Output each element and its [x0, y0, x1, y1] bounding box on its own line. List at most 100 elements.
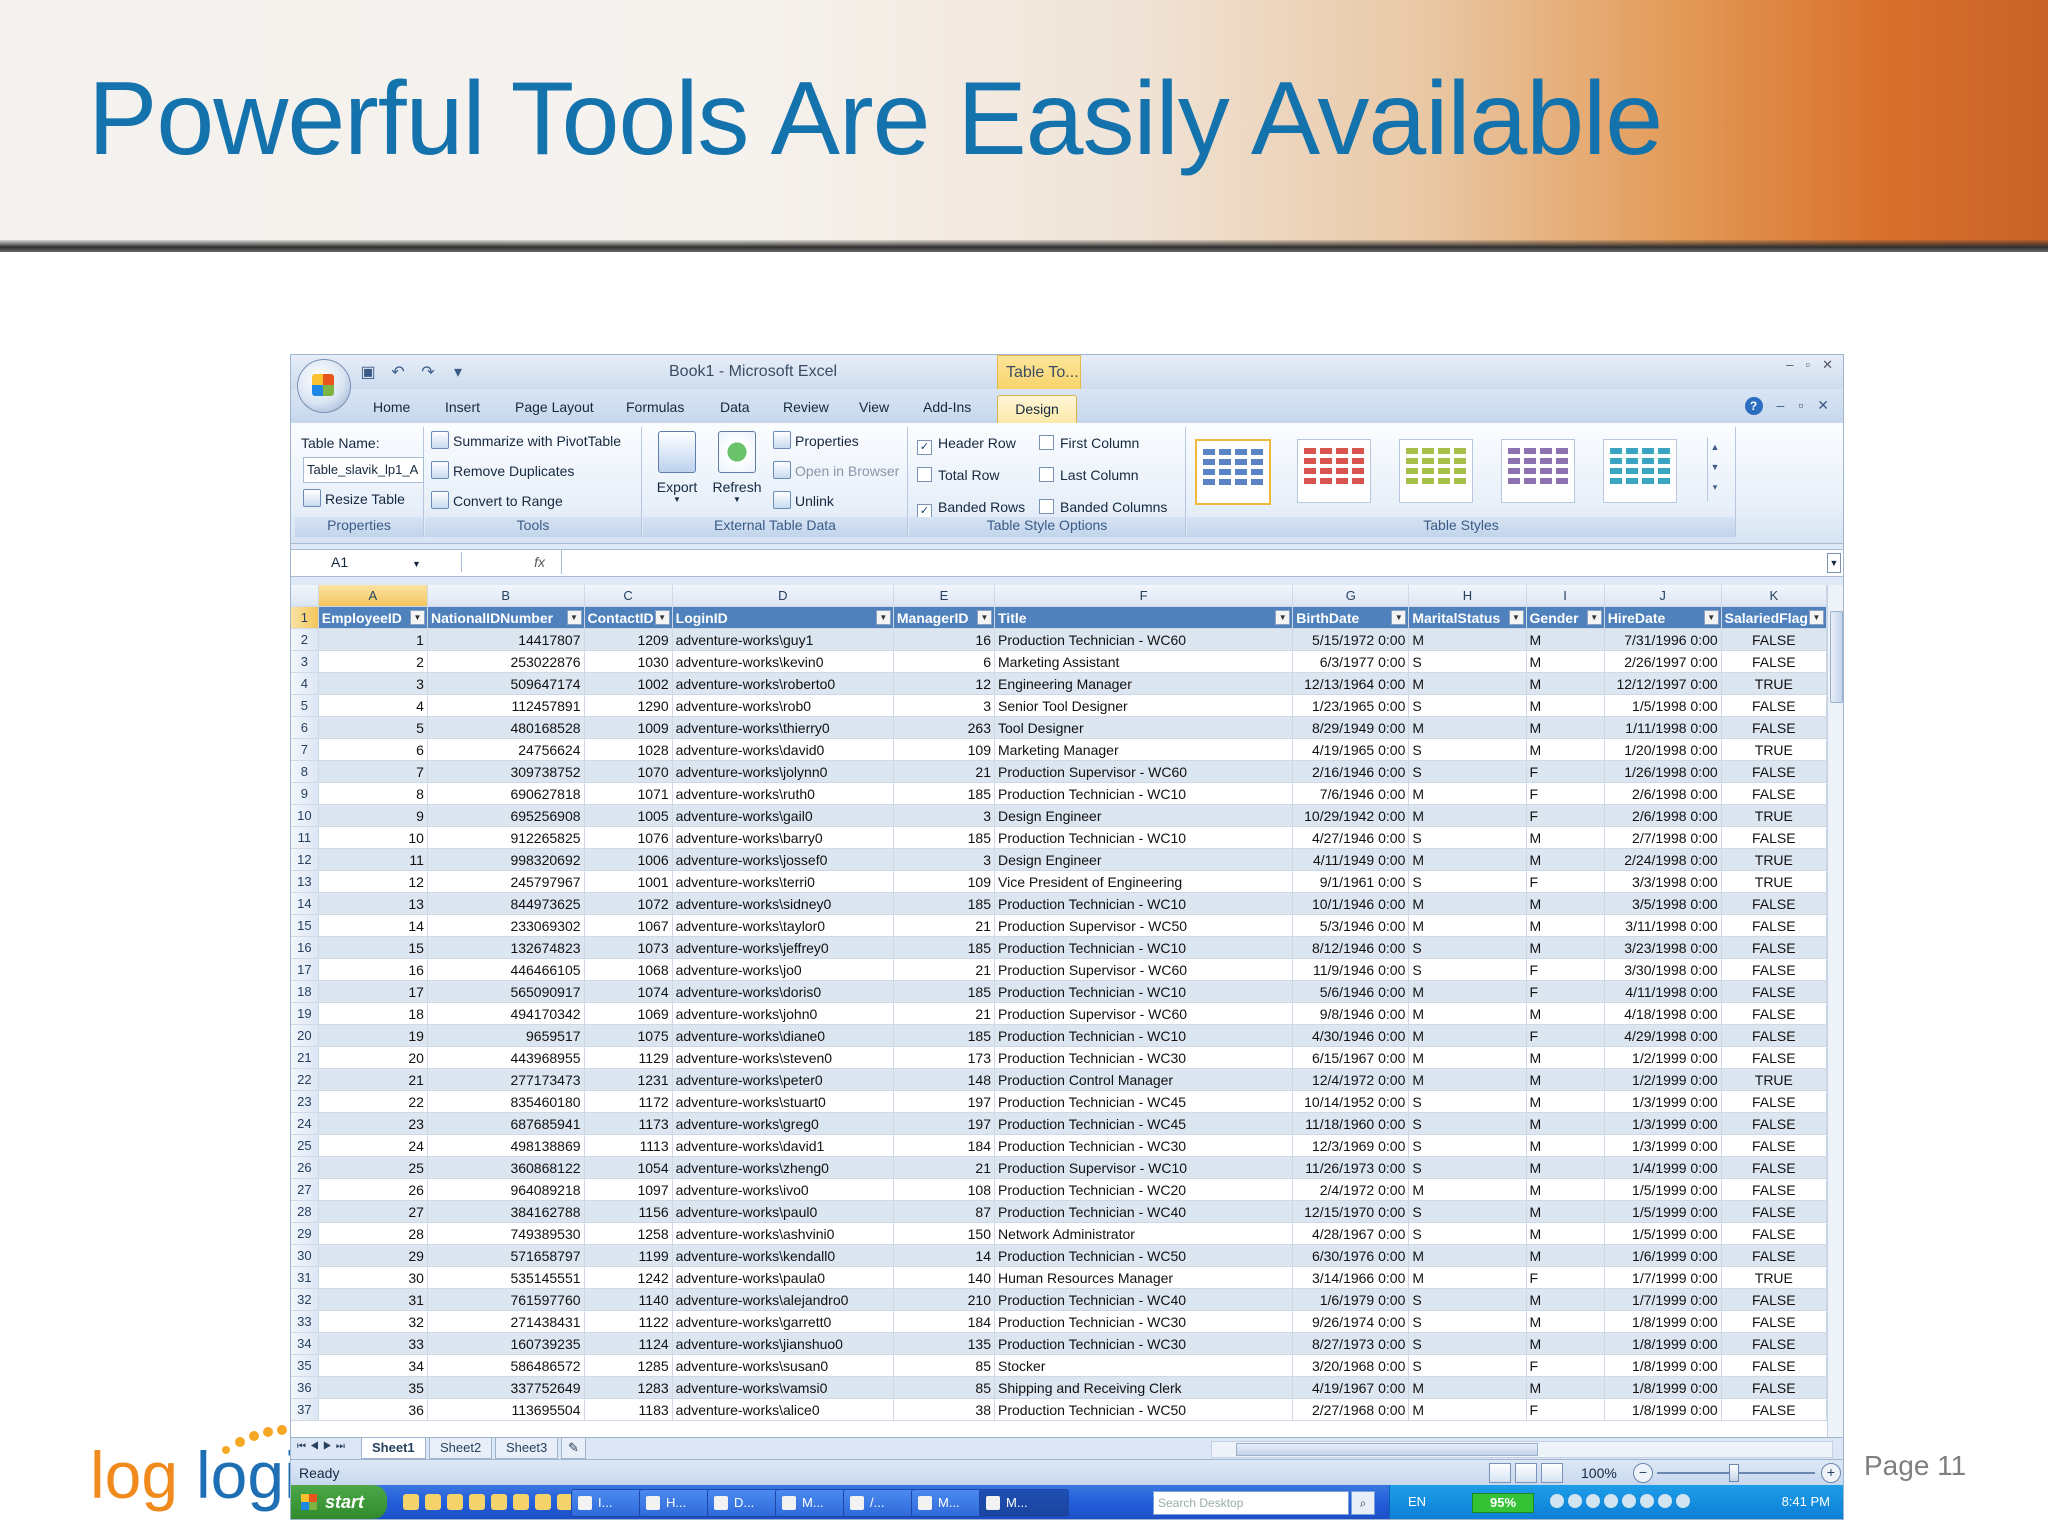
- page-break-view-icon[interactable]: [1541, 1463, 1563, 1483]
- table-style-teal[interactable]: [1603, 439, 1677, 503]
- table-cell[interactable]: S: [1408, 694, 1527, 717]
- table-cell[interactable]: 1258: [584, 1222, 673, 1245]
- row-header[interactable]: 7: [291, 738, 319, 761]
- open-in-browser-button[interactable]: Open in Browser: [773, 461, 899, 479]
- table-cell[interactable]: S: [1408, 826, 1527, 849]
- table-cell[interactable]: adventure-works\garrett0: [672, 1310, 894, 1333]
- table-cell[interactable]: 1/8/1999 0:00: [1604, 1398, 1722, 1421]
- table-cell[interactable]: 337752649: [427, 1376, 585, 1399]
- table-cell[interactable]: Production Technician - WC10: [994, 1024, 1294, 1047]
- row-header[interactable]: 30: [291, 1244, 319, 1267]
- table-cell[interactable]: Production Technician - WC10: [994, 826, 1294, 849]
- table-cell[interactable]: 1/8/1999 0:00: [1604, 1310, 1722, 1333]
- table-cell[interactable]: M: [1408, 1398, 1527, 1421]
- row-header[interactable]: 22: [291, 1068, 319, 1091]
- table-cell[interactable]: S: [1408, 1112, 1527, 1135]
- table-cell[interactable]: 15: [318, 936, 428, 959]
- table-cell[interactable]: 109: [893, 738, 996, 761]
- table-cell[interactable]: 185: [893, 936, 996, 959]
- refresh-button[interactable]: Refresh ▼: [707, 431, 767, 504]
- table-cell[interactable]: M: [1526, 1288, 1605, 1311]
- table-cell[interactable]: 2: [318, 650, 428, 673]
- table-cell[interactable]: 16: [893, 628, 996, 651]
- table-cell[interactable]: 1/5/1998 0:00: [1604, 694, 1722, 717]
- table-cell[interactable]: 8/27/1973 0:00: [1292, 1332, 1410, 1355]
- table-cell[interactable]: 38: [893, 1398, 996, 1421]
- taskbar-window-button-excel[interactable]: M...: [979, 1489, 1069, 1517]
- horizontal-scroll-thumb[interactable]: [1236, 1443, 1538, 1456]
- table-cell[interactable]: 1076: [584, 826, 673, 849]
- app-icon[interactable]: [513, 1494, 529, 1510]
- row-header[interactable]: 15: [291, 914, 319, 937]
- table-cell[interactable]: M: [1526, 1244, 1605, 1267]
- table-cell[interactable]: 24756624: [427, 738, 585, 761]
- ribbon-minimize-icon[interactable]: –: [1777, 397, 1785, 415]
- table-cell[interactable]: FALSE: [1721, 936, 1827, 959]
- table-cell[interactable]: 14: [318, 914, 428, 937]
- table-cell[interactable]: 3/5/1998 0:00: [1604, 892, 1722, 915]
- row-header[interactable]: 34: [291, 1332, 319, 1355]
- table-cell[interactable]: 6/15/1967 0:00: [1292, 1046, 1410, 1069]
- table-cell[interactable]: F: [1526, 1024, 1605, 1047]
- table-cell[interactable]: 1072: [584, 892, 673, 915]
- column-header-h[interactable]: H: [1408, 585, 1527, 607]
- table-cell[interactable]: 1/6/1979 0:00: [1292, 1288, 1410, 1311]
- tray-icon[interactable]: [1640, 1494, 1654, 1508]
- table-cell[interactable]: adventure-works\ivo0: [672, 1178, 894, 1201]
- row-header[interactable]: 32: [291, 1288, 319, 1311]
- ribbon-restore-icon[interactable]: ▫: [1798, 397, 1803, 415]
- table-cell[interactable]: FALSE: [1721, 628, 1827, 651]
- table-cell[interactable]: 1/5/1999 0:00: [1604, 1200, 1722, 1223]
- table-cell[interactable]: 233069302: [427, 914, 585, 937]
- table-cell[interactable]: adventure-works\john0: [672, 1002, 894, 1025]
- table-cell[interactable]: FALSE: [1721, 650, 1827, 673]
- table-cell[interactable]: 7: [318, 760, 428, 783]
- table-cell[interactable]: 1005: [584, 804, 673, 827]
- start-button[interactable]: start: [291, 1485, 387, 1519]
- table-cell[interactable]: 1/5/1999 0:00: [1604, 1222, 1722, 1245]
- app-icon[interactable]: [469, 1494, 485, 1510]
- tray-icon[interactable]: [1622, 1494, 1636, 1508]
- row-header[interactable]: 24: [291, 1112, 319, 1135]
- table-style-green[interactable]: [1399, 439, 1473, 503]
- table-header-cell[interactable]: LoginID ▼: [672, 606, 894, 629]
- table-cell[interactable]: S: [1408, 958, 1527, 981]
- filter-dropdown-icon[interactable]: ▼: [1275, 610, 1291, 625]
- table-cell[interactable]: S: [1408, 1354, 1527, 1377]
- table-cell[interactable]: Production Technician - WC60: [994, 628, 1294, 651]
- table-cell[interactable]: 964089218: [427, 1178, 585, 1201]
- table-cell[interactable]: 844973625: [427, 892, 585, 915]
- table-cell[interactable]: Senior Tool Designer: [994, 694, 1294, 717]
- table-cell[interactable]: 19: [318, 1024, 428, 1047]
- table-cell[interactable]: 4/27/1946 0:00: [1292, 826, 1410, 849]
- table-cell[interactable]: adventure-works\ashvini0: [672, 1222, 894, 1245]
- tab-design[interactable]: Design: [997, 395, 1077, 424]
- table-cell[interactable]: 7/6/1946 0:00: [1292, 782, 1410, 805]
- table-cell[interactable]: 509647174: [427, 672, 585, 695]
- table-cell[interactable]: 184: [893, 1310, 996, 1333]
- table-cell[interactable]: 271438431: [427, 1310, 585, 1333]
- table-cell[interactable]: 9/26/1974 0:00: [1292, 1310, 1410, 1333]
- table-cell[interactable]: 1/7/1999 0:00: [1604, 1266, 1722, 1289]
- table-cell[interactable]: M: [1526, 1178, 1605, 1201]
- table-cell[interactable]: TRUE: [1721, 1068, 1827, 1091]
- table-cell[interactable]: M: [1526, 1134, 1605, 1157]
- row-header[interactable]: 11: [291, 826, 319, 849]
- table-cell[interactable]: FALSE: [1721, 1178, 1827, 1201]
- filter-dropdown-icon[interactable]: ▼: [1508, 610, 1524, 625]
- table-cell[interactable]: 1/6/1999 0:00: [1604, 1244, 1722, 1267]
- table-cell[interactable]: 12/4/1972 0:00: [1292, 1068, 1410, 1091]
- table-cell[interactable]: 11/26/1973 0:00: [1292, 1156, 1410, 1179]
- column-header-i[interactable]: I: [1526, 585, 1605, 607]
- table-cell[interactable]: 1/5/1999 0:00: [1604, 1178, 1722, 1201]
- table-cell[interactable]: Production Supervisor - WC10: [994, 1156, 1294, 1179]
- table-cell[interactable]: 85: [893, 1376, 996, 1399]
- table-cell[interactable]: 761597760: [427, 1288, 585, 1311]
- table-cell[interactable]: F: [1526, 870, 1605, 893]
- table-cell[interactable]: 87: [893, 1200, 996, 1223]
- table-cell[interactable]: 1209: [584, 628, 673, 651]
- row-header[interactable]: 33: [291, 1310, 319, 1333]
- table-cell[interactable]: 690627818: [427, 782, 585, 805]
- row-header[interactable]: 28: [291, 1200, 319, 1223]
- filter-dropdown-icon[interactable]: ▼: [654, 610, 670, 625]
